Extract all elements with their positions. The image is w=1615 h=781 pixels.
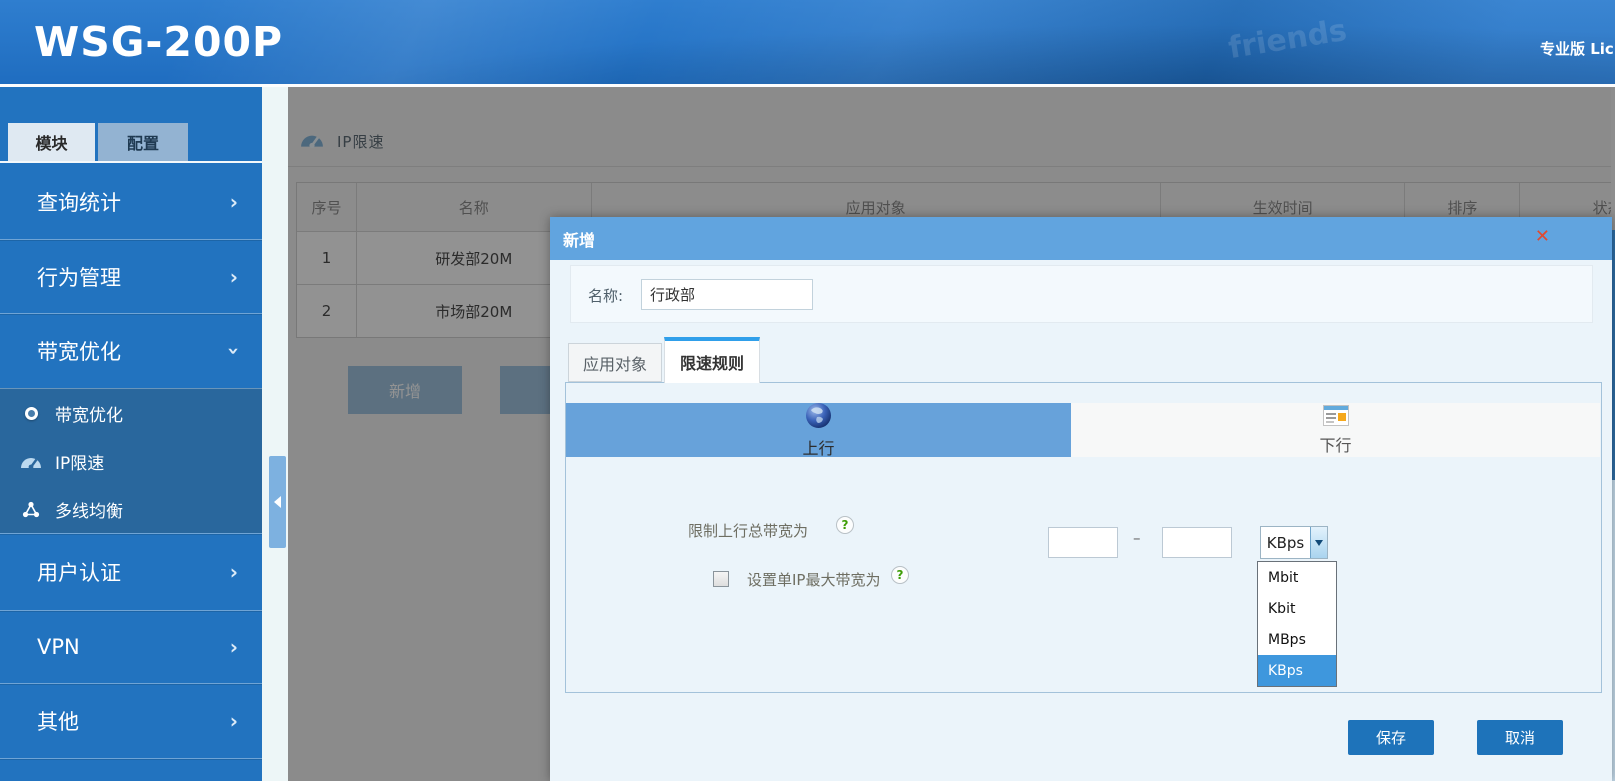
sidebar-tab-modules[interactable]: 模块	[8, 123, 95, 161]
sidebar-tab-bar: 模块 配置	[0, 87, 262, 163]
page-icon	[1323, 405, 1349, 430]
range-separator: –	[1133, 529, 1141, 547]
app-logo: WSG-200P	[34, 18, 283, 66]
sidebar-item-vpn[interactable]: VPN	[0, 610, 262, 683]
per-ip-checkbox[interactable]	[713, 571, 729, 587]
total-bandwidth-label: 限制上行总带宽为	[688, 520, 808, 541]
chevron-right-icon	[230, 637, 238, 657]
license-badge: 专业版 Lic	[1540, 38, 1614, 59]
sidebar-item-label: 其他	[37, 706, 79, 736]
chevron-right-icon	[230, 711, 238, 731]
submenu-item-label: 多线均衡	[55, 497, 123, 522]
unit-value: KBps	[1261, 527, 1310, 558]
top-header: friends WSG-200P 专业版 Lic	[0, 0, 1615, 84]
upstream-label: 上行	[802, 435, 834, 459]
unit-combobox[interactable]: KBps	[1260, 526, 1328, 559]
help-icon[interactable]: ?	[836, 516, 854, 534]
app-root: friends WSG-200P 专业版 Lic 模块 配置 查询统计 行为管理…	[0, 0, 1615, 781]
save-button[interactable]: 保存	[1348, 720, 1434, 755]
name-label: 名称:	[588, 285, 623, 306]
sidebar-menu: 查询统计 行为管理 带宽优化 带宽优化 IP	[0, 165, 262, 781]
keyboard-watermark: friends	[1226, 13, 1349, 66]
sidebar-item-label: 带宽优化	[37, 336, 121, 366]
globe-icon	[805, 402, 832, 433]
collapse-arrow-icon	[274, 496, 281, 508]
bandwidth-submenu: 带宽优化 IP限速 多线均衡	[0, 388, 262, 533]
circle-icon	[20, 407, 42, 420]
sidebar-tab-config[interactable]: 配置	[98, 123, 188, 161]
dialog-title: 新增	[563, 227, 595, 251]
sidebar-item-query-stats[interactable]: 查询统计	[0, 165, 262, 239]
sidebar: 模块 配置 查询统计 行为管理 带宽优化 带宽优化	[0, 87, 262, 781]
submenu-item-bandwidth-opt[interactable]: 带宽优化	[0, 389, 262, 437]
sidebar-collapse-handle[interactable]	[269, 456, 286, 548]
help-icon[interactable]: ?	[891, 566, 909, 584]
sidebar-gutter	[262, 87, 288, 781]
dialog-title-bar: 新增	[550, 217, 1612, 260]
unit-option-kbit[interactable]: Kbit	[1258, 593, 1336, 624]
submenu-item-label: 带宽优化	[55, 401, 123, 426]
unit-dropdown-list: Mbit Kbit MBps KBps	[1257, 561, 1337, 687]
unit-option-mbps[interactable]: MBps	[1258, 624, 1336, 655]
sidebar-item-label: 行为管理	[37, 262, 121, 292]
sidebar-item-partial	[0, 758, 262, 781]
unit-option-kbps[interactable]: KBps	[1258, 655, 1336, 686]
submenu-item-label: IP限速	[55, 449, 104, 474]
sidebar-item-label: 查询统计	[37, 187, 121, 217]
sidebar-item-label: VPN	[37, 635, 80, 659]
cancel-button[interactable]: 取消	[1477, 720, 1563, 755]
bandwidth-max-input[interactable]	[1162, 527, 1232, 558]
submenu-item-multiline-balance[interactable]: 多线均衡	[0, 485, 262, 533]
sidebar-item-other[interactable]: 其他	[0, 683, 262, 758]
sidebar-item-bandwidth-opt[interactable]: 带宽优化	[0, 313, 262, 388]
add-dialog: 新增 ✕ 名称: 应用对象 限速规则 上行	[550, 217, 1612, 781]
sidebar-item-label: 用户认证	[37, 557, 121, 587]
name-field-panel: 名称:	[570, 265, 1593, 323]
per-ip-label: 设置单IP最大带宽为	[747, 569, 880, 590]
sidebar-item-behavior-mgmt[interactable]: 行为管理	[0, 239, 262, 313]
chevron-right-icon	[230, 192, 238, 212]
network-icon	[20, 501, 42, 518]
tab-speed-rules[interactable]: 限速规则	[664, 337, 760, 383]
gauge-icon	[20, 454, 42, 469]
close-icon[interactable]: ✕	[1535, 228, 1550, 246]
downstream-tab[interactable]: 下行	[1071, 403, 1600, 457]
chevron-down-icon[interactable]	[1310, 527, 1327, 558]
bandwidth-min-input[interactable]	[1048, 527, 1118, 558]
name-input[interactable]	[641, 279, 813, 310]
chevron-down-icon	[224, 347, 244, 355]
tab-apply-objects[interactable]: 应用对象	[568, 343, 662, 382]
submenu-item-ip-limit[interactable]: IP限速	[0, 437, 262, 485]
downstream-label: 下行	[1319, 432, 1351, 456]
upstream-tab[interactable]: 上行	[566, 403, 1071, 457]
chevron-right-icon	[230, 267, 238, 287]
chevron-right-icon	[230, 562, 238, 582]
sidebar-item-user-auth[interactable]: 用户认证	[0, 533, 262, 610]
unit-option-mbit[interactable]: Mbit	[1258, 562, 1336, 593]
